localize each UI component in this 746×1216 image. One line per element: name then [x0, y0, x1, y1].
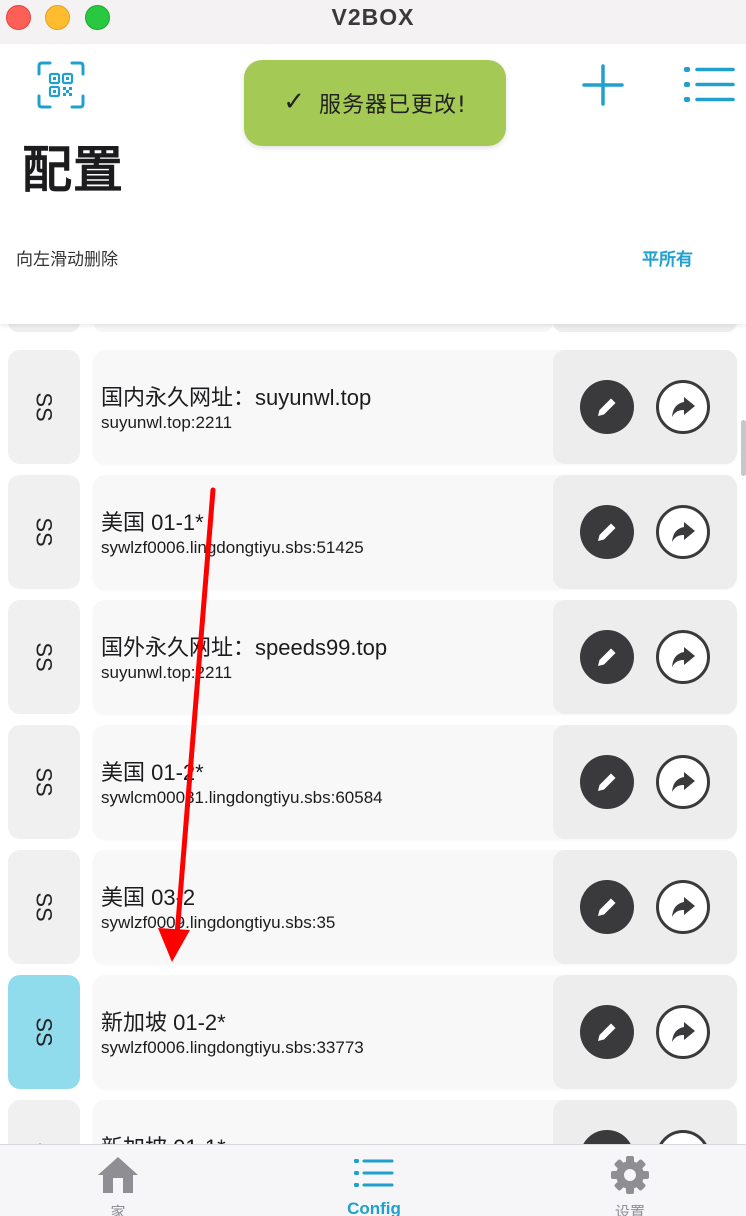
server-row-selected[interactable]: SS 新加坡 01-2* sywlzf0006.lingdongtiyu.sbs…	[0, 975, 746, 1090]
list-menu-icon	[684, 67, 735, 102]
share-server-button[interactable]	[656, 505, 710, 559]
edit-server-button[interactable]	[580, 630, 634, 684]
pencil-icon	[598, 1023, 616, 1041]
server-changed-toast: ✓ 服务器已更改!	[244, 60, 506, 146]
checkmark-icon: ✓	[283, 87, 305, 117]
server-name: 国外永久网址：speeds99.top	[101, 635, 388, 660]
pencil-icon	[598, 398, 616, 416]
pencil-icon	[598, 898, 616, 916]
share-arrow-icon	[672, 397, 695, 417]
server-address: sywlzf0006.lingdongtiyu.sbs:51425	[101, 538, 364, 557]
edit-server-button[interactable]	[580, 880, 634, 934]
edit-server-button[interactable]	[580, 505, 634, 559]
server-row[interactable]: SS 国内永久网址：suyunwl.top suyunwl.top:2211	[0, 350, 746, 465]
server-name: 新加坡 01-1*	[101, 1130, 226, 1144]
protocol-tag: SS	[8, 725, 80, 839]
protocol-tag: SS	[8, 850, 80, 964]
server-row[interactable]: SS 国外永久网址：speeds99.top suyunwl.top:2211	[0, 600, 746, 715]
list-icon	[354, 1159, 394, 1187]
qr-scan-icon	[37, 61, 85, 109]
server-row[interactable]: SS 美国 01-2* sywlcm00031.lingdongtiyu.sbs…	[0, 725, 746, 840]
share-arrow-icon	[672, 897, 695, 917]
server-address: suyunwl.top:2211	[101, 663, 233, 682]
share-server-button[interactable]	[656, 380, 710, 434]
pencil-icon	[598, 523, 616, 541]
gear-icon	[611, 1156, 649, 1194]
scan-qr-button[interactable]	[36, 60, 86, 110]
server-row[interactable]: SS 美国 03-2 sywlzf0009.lingdongtiyu.sbs:3…	[0, 850, 746, 965]
share-server-button[interactable]	[656, 755, 710, 809]
share-server-button[interactable]	[656, 630, 710, 684]
server-address: sywlzf0006.lingdongtiyu.sbs:33773	[101, 1038, 364, 1057]
server-name: 美国 01-1*	[101, 510, 204, 535]
tab-label: Config	[347, 1199, 401, 1216]
protocol-tag: SS	[8, 975, 80, 1089]
edit-server-button[interactable]	[580, 755, 634, 809]
sort-all-button[interactable]: 平所有	[642, 245, 693, 270]
pencil-icon	[598, 773, 616, 791]
server-list[interactable]: SS 国内永久网址：suyunwl.top suyunwl.top:2211 S…	[0, 324, 746, 1144]
server-name: 美国 01-2*	[101, 760, 204, 785]
tab-label: 家	[110, 1203, 126, 1216]
plus-icon	[582, 64, 624, 106]
share-arrow-icon	[672, 522, 695, 542]
scrollbar[interactable]	[741, 420, 746, 476]
home-icon	[98, 1157, 138, 1193]
toast-message: 服务器已更改!	[318, 93, 467, 118]
protocol-tag: SS	[8, 475, 80, 589]
edit-server-button[interactable]	[580, 1005, 634, 1059]
server-row[interactable]: SS 美国 01-1* sywlzf0006.lingdongtiyu.sbs:…	[0, 475, 746, 590]
share-arrow-icon	[672, 1022, 695, 1042]
share-arrow-icon	[672, 772, 695, 792]
server-name: 美国 03-2	[101, 885, 196, 910]
share-server-button[interactable]	[656, 880, 710, 934]
window-titlebar: V2BOX	[0, 0, 746, 44]
server-address: suyunwl.top:2211	[101, 413, 233, 432]
tab-settings[interactable]: 设置	[570, 1145, 690, 1216]
tab-label: 设置	[614, 1203, 645, 1216]
share-arrow-icon	[672, 647, 695, 667]
protocol-tag: SS	[8, 600, 80, 714]
edit-server-button[interactable]	[580, 380, 634, 434]
share-server-button[interactable]	[656, 1005, 710, 1059]
server-name: 新加坡 01-2*	[101, 1010, 226, 1035]
server-name: 国内永久网址：suyunwl.top	[101, 385, 372, 410]
menu-button[interactable]	[682, 64, 736, 106]
protocol-tag: SS	[8, 350, 80, 464]
tab-config[interactable]: Config	[314, 1145, 434, 1216]
row-actions	[553, 1100, 737, 1144]
tab-bar: 家 Config 设置	[0, 1144, 746, 1216]
server-address: sywlzf0009.lingdongtiyu.sbs:35	[101, 913, 336, 932]
server-row[interactable]: SS 新加坡 01-1*	[0, 1100, 746, 1144]
pencil-icon	[598, 648, 616, 666]
protocol-tag: SS	[8, 1100, 80, 1144]
swipe-delete-hint: 向左滑动删除	[16, 250, 118, 270]
list-item-partial	[0, 324, 746, 332]
server-address: sywlcm00031.lingdongtiyu.sbs:60584	[101, 788, 383, 807]
add-server-button[interactable]	[580, 62, 626, 108]
window-title: V2BOX	[331, 4, 415, 30]
page-title: 配置	[22, 141, 124, 199]
tab-home[interactable]: 家	[58, 1145, 178, 1216]
